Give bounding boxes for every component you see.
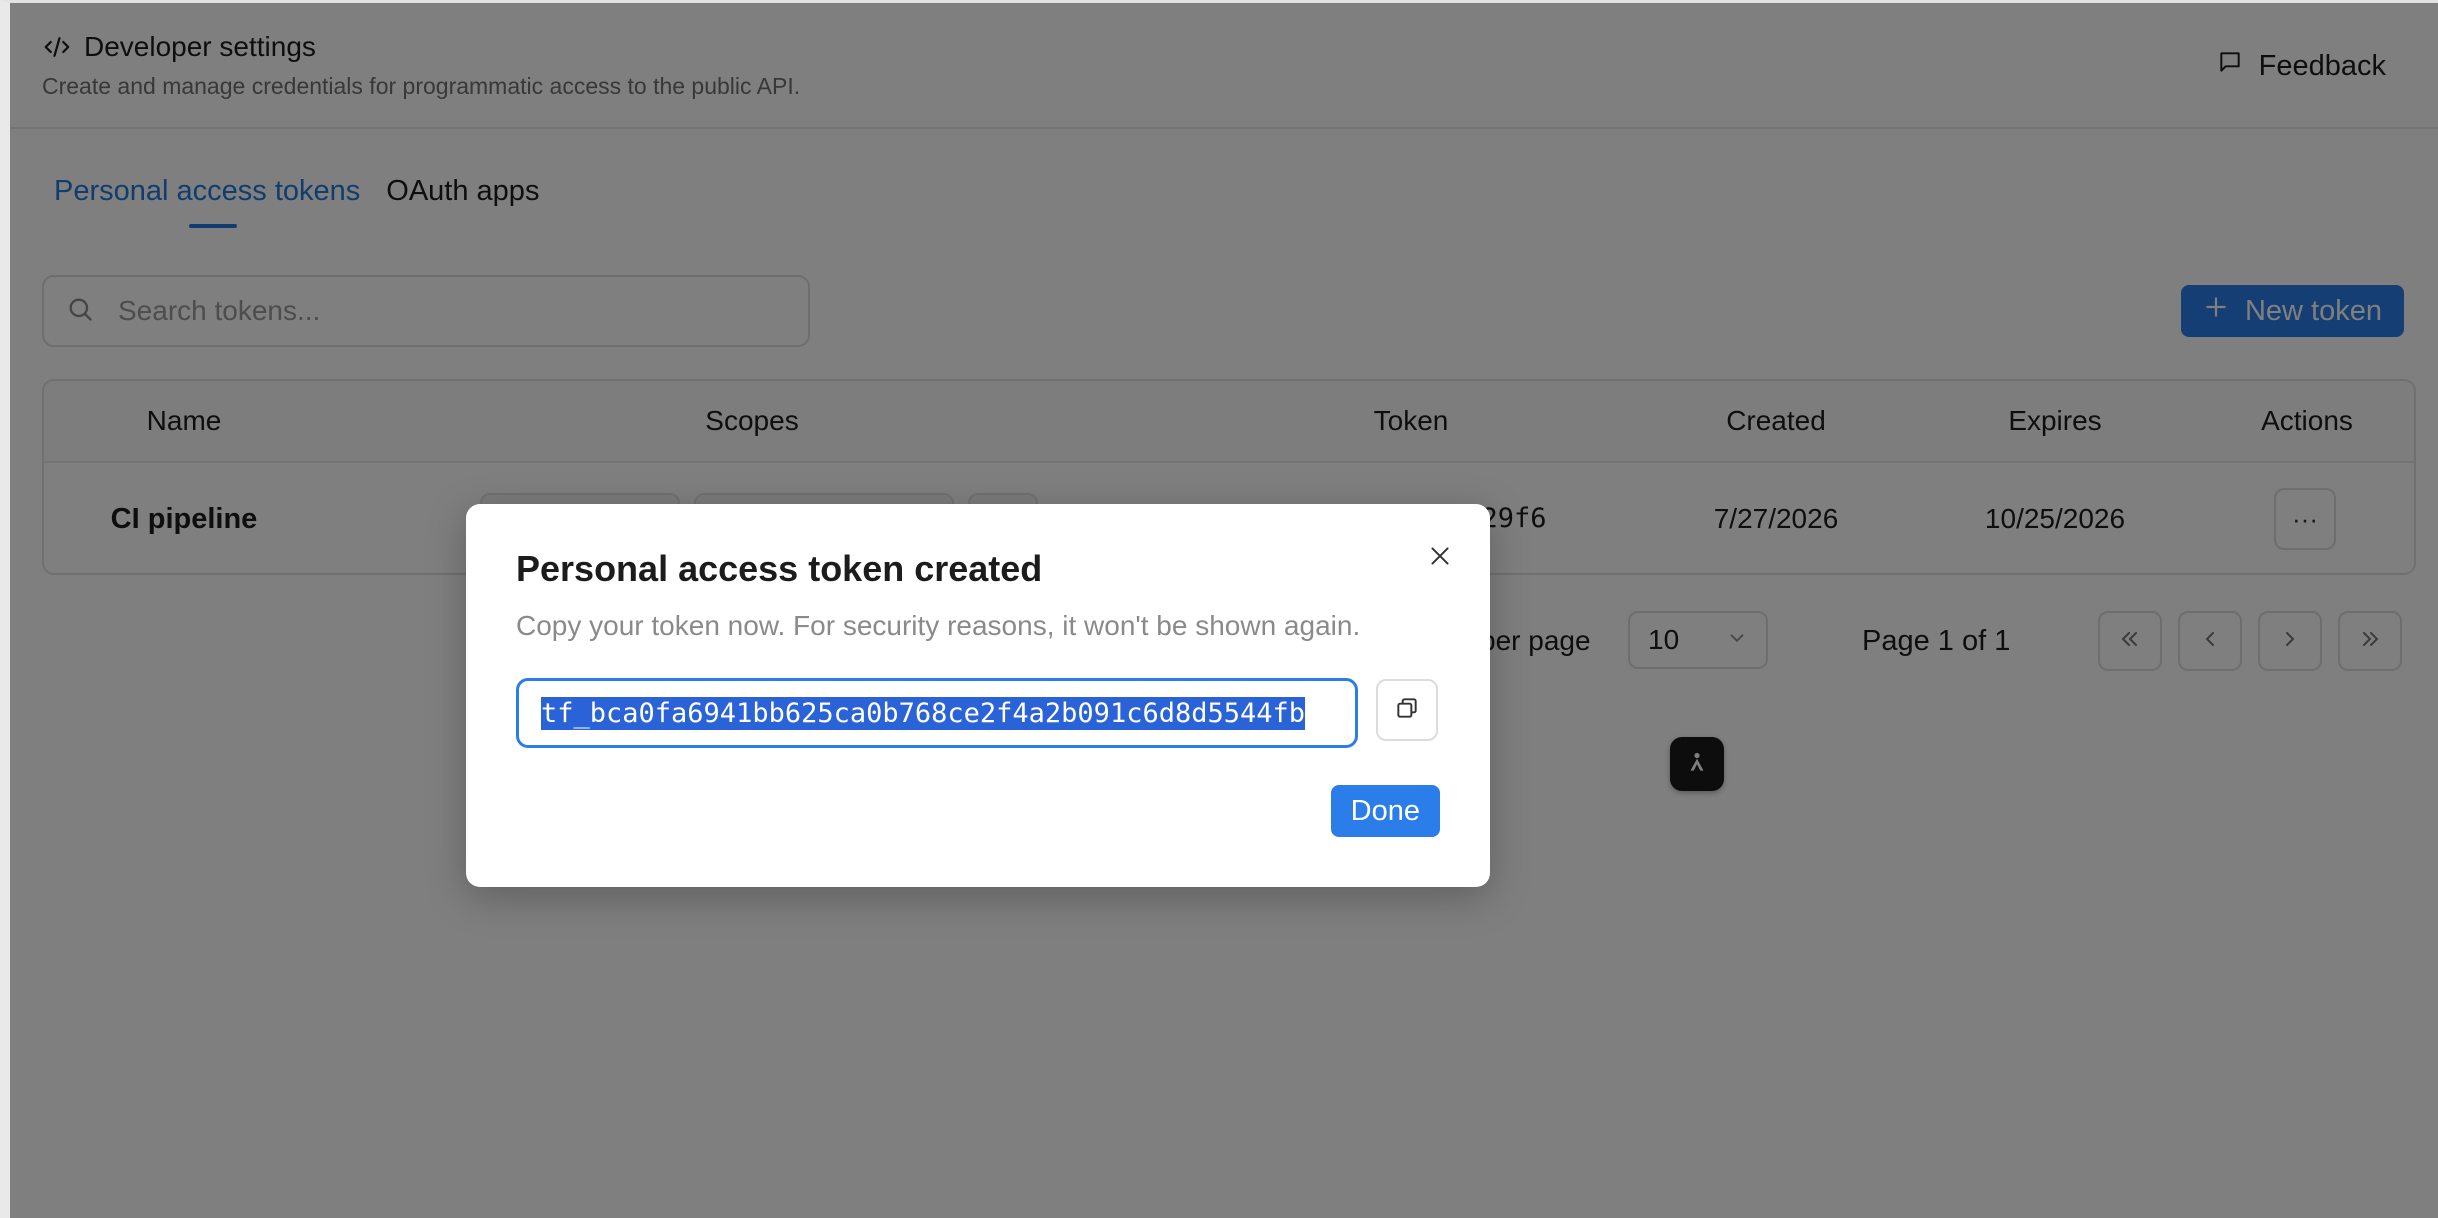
copy-token-button[interactable] (1376, 679, 1438, 741)
done-button[interactable]: Done (1330, 785, 1440, 837)
dialog-description: Copy your token now. For security reason… (516, 610, 1361, 641)
close-icon (1427, 543, 1453, 574)
close-button[interactable] (1422, 540, 1458, 576)
dialog-title: Personal access token created (516, 548, 1043, 589)
app-window: Developer settings Create and manage cre… (0, 0, 2438, 1218)
token-field[interactable]: tf_bca0fa6941bb625ca0b768ce2f4a2b091c6d8… (516, 678, 1358, 748)
token-created-dialog: Personal access token created Copy your … (466, 504, 1490, 887)
copy-icon (1394, 695, 1420, 726)
token-value[interactable]: tf_bca0fa6941bb625ca0b768ce2f4a2b091c6d8… (541, 696, 1306, 730)
